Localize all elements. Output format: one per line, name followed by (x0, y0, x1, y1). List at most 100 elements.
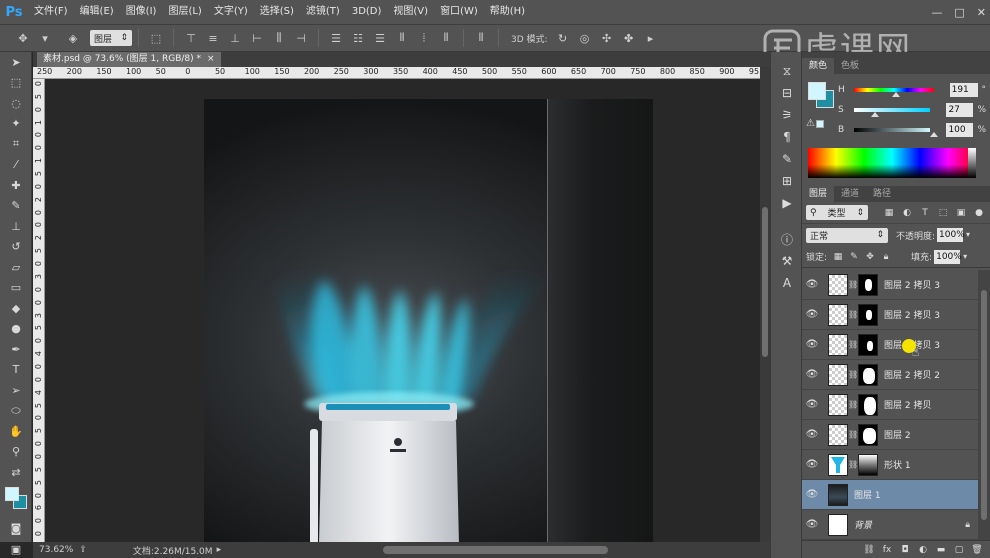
minimize-button[interactable]: — (931, 6, 942, 19)
align-left-icon[interactable]: ⊢ (248, 29, 266, 47)
fill-dropdown-icon[interactable]: ▾ (960, 250, 970, 264)
layer-name[interactable]: 形状 1 (884, 458, 911, 471)
gradient-tool-icon[interactable]: ▭ (0, 278, 32, 299)
layer-name[interactable]: 图层 1 (854, 488, 881, 501)
hue-slider[interactable] (853, 88, 934, 97)
new-layer-icon[interactable]: ▢ (950, 545, 968, 555)
dodge-tool-icon[interactable]: ● (0, 319, 32, 340)
filter-shape-icon[interactable]: ⬚ (936, 206, 950, 220)
export-icon[interactable]: ⇪ (79, 545, 87, 555)
layer-mask-thumbnail[interactable] (858, 363, 878, 386)
brush-tool-icon[interactable]: ✎ (0, 196, 32, 217)
layer-name[interactable]: 背景 (854, 518, 872, 531)
blur-tool-icon[interactable]: ◆ (0, 298, 32, 319)
menu-help[interactable]: 帮助(H) (484, 0, 531, 24)
3d-slide-icon[interactable]: ✤ (620, 29, 638, 47)
ruler-vertical[interactable]: 0 5 0 1 0 0 1 5 0 2 0 0 2 5 0 3 0 0 3 5 0 4 0 0 4 5 0 5 0 0 5 5 0 6 0 0 (33, 79, 45, 542)
blend-mode-select[interactable]: 正常 ⇕ (806, 227, 888, 243)
layer-row[interactable]: 👁︎ 背景 🔒︎ (802, 510, 978, 540)
mask-link-icon[interactable]: ⛓ (848, 340, 858, 349)
layer-row[interactable]: 👁︎ ⛓ 形状 1 (802, 450, 978, 480)
swap-colors-icon[interactable]: ⇄ (0, 462, 32, 483)
history-brush-tool-icon[interactable]: ↺ (0, 237, 32, 258)
lock-position-icon[interactable]: ✥ (863, 250, 877, 264)
tool-presets-icon[interactable]: ⚒ (771, 250, 803, 272)
eraser-tool-icon[interactable]: ▱ (0, 257, 32, 278)
lasso-tool-icon[interactable]: ◌ (0, 93, 32, 114)
mask-link-icon[interactable]: ⛓ (848, 310, 858, 319)
layer-mask-thumbnail[interactable] (858, 273, 878, 296)
tab-swatches[interactable]: 色板 (834, 58, 866, 74)
layer-mask-thumbnail[interactable] (858, 303, 878, 326)
new-group-icon[interactable]: ▬ (932, 545, 950, 555)
tab-channels[interactable]: 通道 (834, 186, 866, 202)
delete-layer-icon[interactable]: 🗑︎ (968, 545, 986, 555)
auto-align-icon[interactable]: ⫴ (472, 29, 490, 47)
canvas-scroll-thumb[interactable] (762, 207, 768, 357)
canvas-horizontal-scroll-thumb[interactable] (383, 546, 608, 554)
hand-tool-icon[interactable]: ✋ (0, 421, 32, 442)
saturation-value-input[interactable]: 27 (946, 103, 974, 117)
layer-thumbnail[interactable] (828, 393, 848, 416)
mask-link-icon[interactable]: ⛓ (848, 400, 858, 409)
3d-scale-icon[interactable]: ▸ (642, 29, 660, 47)
layer-thumbnail[interactable] (828, 363, 848, 386)
layer-lock-icon[interactable]: 🔒︎ (965, 520, 970, 530)
menu-window[interactable]: 窗口(W) (434, 0, 484, 24)
auto-select-icon[interactable]: ▾ (36, 29, 54, 47)
healing-brush-tool-icon[interactable]: ✚ (0, 175, 32, 196)
brightness-slider[interactable] (853, 128, 938, 137)
fx-icon[interactable]: fx (878, 545, 896, 555)
layer-row[interactable]: 👁︎ ⛓ 图层 2 拷贝 3 (802, 300, 978, 330)
tab-layers[interactable]: 图层 (802, 186, 835, 202)
zoom-level[interactable]: 73.62% (33, 545, 79, 555)
clone-source-icon[interactable]: ⊞ (771, 170, 803, 192)
move-tool-icon[interactable]: ➤ (0, 52, 32, 73)
zoom-tool-icon[interactable]: ⚲ (0, 442, 32, 463)
menu-image[interactable]: 图像(I) (120, 0, 163, 24)
layer-row[interactable]: 👁︎ ⛓ 图层 2 拷贝 (802, 390, 978, 420)
saturation-slider-thumb[interactable] (871, 112, 880, 117)
type-tool-icon[interactable]: T (0, 360, 32, 381)
shape-tool-icon[interactable]: ⬭ (0, 401, 32, 422)
visibility-eye-icon[interactable]: 👁︎ (802, 309, 822, 320)
align-right-icon[interactable]: ⊣ (292, 29, 310, 47)
mask-link-icon[interactable]: ⛓ (848, 430, 858, 439)
distribute-hcenter-icon[interactable]: ⦙ (415, 29, 433, 47)
eyedropper-tool-icon[interactable]: ⁄ (0, 155, 32, 176)
close-window-button[interactable]: ✕ (977, 6, 986, 19)
marquee-tool-icon[interactable]: ⬚ (0, 73, 32, 94)
opacity-dropdown-icon[interactable]: ▾ (963, 228, 973, 242)
layer-name[interactable]: 图层 2 拷贝 3 (884, 308, 940, 321)
panel-foreground-swatch[interactable] (808, 82, 826, 100)
visibility-eye-icon[interactable]: 👁︎ (802, 429, 822, 440)
menu-filter[interactable]: 滤镜(T) (300, 0, 346, 24)
foreground-color-swatch[interactable] (5, 486, 19, 501)
filter-adjustment-icon[interactable]: ◐ (900, 206, 914, 220)
history-panel-icon[interactable]: ⧖ (771, 60, 803, 82)
layer-row[interactable]: 👁︎ ⛓ 图层 2 (802, 420, 978, 450)
layers-scrollbar[interactable] (978, 270, 990, 540)
layer-thumbnail[interactable] (828, 273, 848, 296)
lock-transparency-icon[interactable]: ▦ (831, 250, 845, 264)
layer-row[interactable]: 👁︎ ⛓ 图层 2 拷贝 3 (802, 330, 978, 360)
3d-pan-icon[interactable]: ✣ (598, 29, 616, 47)
visibility-eye-icon[interactable]: 👁︎ (802, 339, 822, 350)
filter-toggle-icon[interactable]: ● (972, 206, 986, 220)
layers-stack-icon[interactable]: ◈ (64, 29, 82, 47)
3d-roll-icon[interactable]: ◎ (576, 29, 594, 47)
layer-mask-thumbnail[interactable] (858, 393, 878, 416)
fill-input[interactable]: 100% (934, 249, 962, 264)
mask-link-icon[interactable]: ⛓ (848, 370, 858, 379)
layer-thumbnail[interactable] (828, 303, 848, 326)
document-tab[interactable]: 素材.psd @ 73.6% (图层 1, RGB/8) * × (37, 52, 221, 67)
transform-controls-icon[interactable]: ⬚ (147, 29, 165, 47)
align-top-icon[interactable]: ⊤ (182, 29, 200, 47)
path-selection-tool-icon[interactable]: ➢ (0, 380, 32, 401)
adjustments-panel-icon[interactable]: ⚞ (771, 104, 803, 126)
menu-layer[interactable]: 图层(L) (162, 0, 207, 24)
layer-name[interactable]: 图层 2 拷贝 2 (884, 368, 940, 381)
menu-file[interactable]: 文件(F) (28, 0, 74, 24)
align-bottom-icon[interactable]: ⊥ (226, 29, 244, 47)
layer-thumbnail[interactable] (828, 423, 848, 446)
